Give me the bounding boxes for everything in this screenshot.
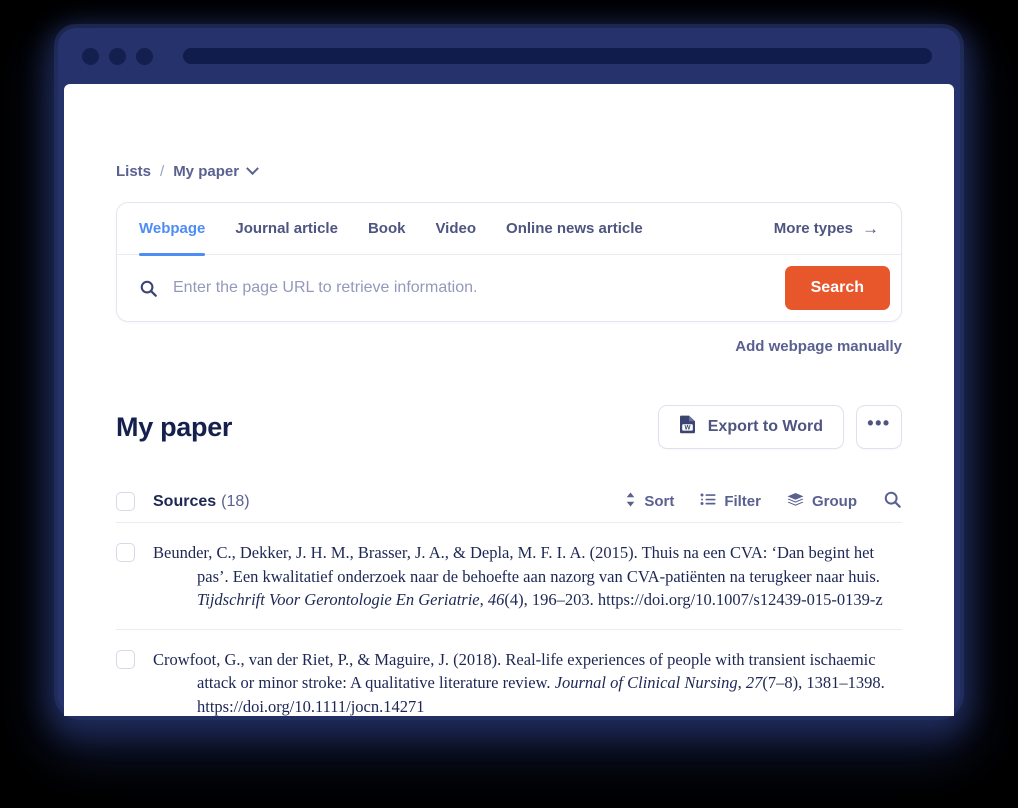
sources-count: (18) [221, 492, 250, 510]
browser-viewport: Lists / My paper Webpage Journal article… [64, 84, 954, 716]
breadcrumb-current[interactable]: My paper [173, 163, 239, 180]
list-title-row: My paper W Export to Word ••• [116, 405, 902, 449]
minimize-dot-icon[interactable] [109, 47, 126, 65]
browser-window: Lists / My paper Webpage Journal article… [58, 28, 960, 716]
tab-journal-article[interactable]: Journal article [235, 203, 338, 255]
sources-label: Sources [153, 492, 217, 510]
breadcrumb-separator: / [160, 163, 165, 180]
source-type-tabs: Webpage Journal article Book Video Onlin… [117, 203, 901, 256]
tab-book[interactable]: Book [368, 203, 406, 255]
page-content: Lists / My paper Webpage Journal article… [64, 84, 954, 716]
group-button[interactable]: Group [787, 492, 857, 512]
filter-button[interactable]: Filter [700, 492, 761, 511]
search-sources-button[interactable] [883, 490, 902, 513]
sources-toolbar: Sources (18) Sort Filter Group [116, 481, 902, 523]
citation-text: Beunder, C., Dekker, J. H. M., Brasser, … [153, 543, 883, 609]
search-input[interactable] [173, 279, 785, 297]
group-icon [787, 492, 804, 512]
sources-tools: Sort Filter Group [625, 490, 902, 513]
tab-video[interactable]: Video [435, 203, 476, 255]
maximize-dot-icon[interactable] [136, 47, 153, 65]
more-types-button[interactable]: More types → [774, 220, 879, 237]
source-search-card: Webpage Journal article Book Video Onlin… [116, 202, 902, 322]
page-title: My paper [116, 411, 233, 442]
table-row[interactable]: Beunder, C., Dekker, J. H. M., Brasser, … [116, 523, 902, 630]
more-types-label: More types [773, 220, 853, 237]
window-controls [82, 47, 153, 65]
filter-icon [700, 492, 716, 511]
search-icon [139, 279, 158, 298]
more-options-button[interactable]: ••• [856, 405, 902, 449]
tab-webpage[interactable]: Webpage [139, 203, 206, 256]
search-row: Search [117, 255, 901, 321]
citation-text: Crowfoot, G., van der Riet, P., & Maguir… [153, 649, 885, 716]
svg-text:W: W [684, 424, 690, 431]
word-document-icon: W [679, 415, 696, 439]
arrow-right-icon: → [862, 219, 879, 238]
search-button[interactable]: Search [784, 266, 890, 310]
filter-label: Filter [724, 493, 761, 510]
citation-list: Beunder, C., Dekker, J. H. M., Brasser, … [116, 523, 902, 716]
group-label: Group [812, 493, 857, 510]
close-dot-icon[interactable] [82, 47, 99, 65]
add-manually-row: Add webpage manually [116, 338, 902, 356]
export-to-word-label: Export to Word [707, 418, 823, 435]
citation-checkbox[interactable] [116, 543, 135, 562]
export-to-word-button[interactable]: W Export to Word [657, 405, 844, 449]
search-icon [883, 490, 902, 513]
table-row[interactable]: Crowfoot, G., van der Riet, P., & Maguir… [116, 630, 902, 717]
breadcrumb-root[interactable]: Lists [116, 163, 151, 180]
sort-label: Sort [644, 493, 675, 510]
chevron-down-icon[interactable] [246, 162, 259, 176]
address-bar[interactable] [183, 48, 932, 64]
select-all-checkbox[interactable] [116, 492, 135, 511]
browser-titlebar [58, 28, 960, 84]
list-actions: W Export to Word ••• [657, 405, 902, 449]
breadcrumb: Lists / My paper [116, 84, 902, 180]
citation-checkbox[interactable] [116, 649, 135, 669]
tab-online-news-article[interactable]: Online news article [506, 203, 643, 255]
sort-icon [625, 492, 636, 511]
sort-button[interactable]: Sort [625, 492, 674, 511]
add-webpage-manually-link[interactable]: Add webpage manually [735, 338, 902, 355]
